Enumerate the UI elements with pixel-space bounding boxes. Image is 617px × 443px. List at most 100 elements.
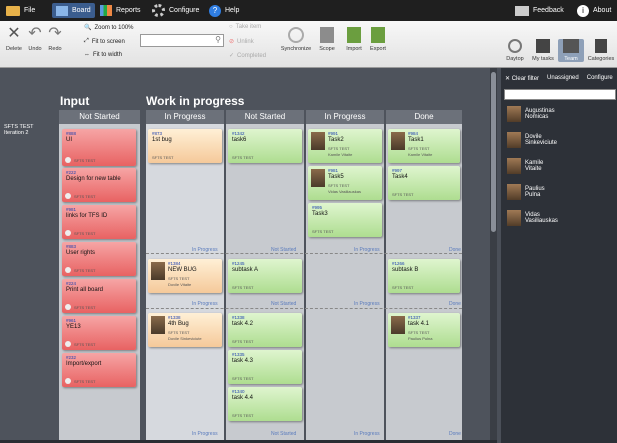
menu-reports[interactable]: Reports xyxy=(100,3,141,18)
work-item-card[interactable]: #995 Task3 SFTS TEST xyxy=(308,203,382,237)
card-project: SFTS TEST xyxy=(74,268,96,273)
work-item-card[interactable]: #1338 4th Bug SFTS TEST Dovile Sinkevici… xyxy=(148,313,222,347)
work-item-card[interactable]: #888 UI SFTS TEST xyxy=(62,129,136,166)
my-tasks-button[interactable]: My tasks xyxy=(530,39,556,62)
work-item-card[interactable]: #873 1st bug SFTS TEST xyxy=(148,129,222,163)
fit-screen-button[interactable]: ⤢ Fit to screen xyxy=(84,38,125,45)
work-item-card[interactable]: #984 Task1 SFTS TEST Kamile Vitaite xyxy=(388,129,460,163)
team-icon xyxy=(563,39,579,53)
card-title: task 4.1 xyxy=(408,321,430,327)
card-title: YE13 xyxy=(66,324,81,330)
work-item-card[interactable]: #1342 task6 SFTS TEST xyxy=(228,129,302,163)
delete-icon: ✕ xyxy=(7,25,21,42)
avatar xyxy=(507,184,521,200)
clear-filter-button[interactable]: ✕ Clear filter xyxy=(505,75,539,82)
search-input[interactable]: ⚲ xyxy=(140,34,224,47)
fit-width-button[interactable]: ⇔ Fit to width xyxy=(84,52,122,58)
card-title: task 4.3 xyxy=(232,358,254,364)
my-tasks-label: My tasks xyxy=(532,56,554,62)
user-item[interactable]: Vidas Vasiliauskas xyxy=(507,208,558,228)
user-item[interactable]: Dovile Sinkeviciute xyxy=(507,130,557,150)
menu-file[interactable]: File xyxy=(6,3,35,18)
work-item-card[interactable]: #981 Task5 SFTS TEST Vidas Vasiliauskas xyxy=(308,166,382,200)
menu-board-label: Board xyxy=(72,7,91,14)
work-item-card[interactable]: #1245 subtask A SFTS TEST xyxy=(228,259,302,293)
undo-icon: ↶ xyxy=(28,25,42,42)
categories-button[interactable]: Categories xyxy=(586,39,616,62)
card-id: #981 xyxy=(66,207,77,212)
avatar xyxy=(151,316,165,334)
work-item-card[interactable]: #1335 task 4.3 SFTS TEST xyxy=(228,350,302,384)
unlink-button[interactable]: ⊘ Unlink xyxy=(229,38,254,46)
work-item-card[interactable]: #991 Task2 SFTS TEST Kamile Vitaite xyxy=(308,129,382,163)
divider-label: In Progress xyxy=(192,431,218,437)
menu-board[interactable]: Board xyxy=(52,3,95,18)
scrollbar-thumb[interactable] xyxy=(491,72,496,232)
card-id: #1340 xyxy=(232,389,245,394)
avatar xyxy=(151,262,165,280)
work-item-card[interactable]: #1340 task 4.4 SFTS TEST xyxy=(228,387,302,421)
scope-button[interactable]: Scope xyxy=(316,27,338,52)
card-project: SFTS TEST xyxy=(232,285,254,290)
type-icon xyxy=(65,193,71,199)
delete-button[interactable]: ✕ Delete xyxy=(3,25,25,52)
type-icon xyxy=(65,230,71,236)
board-icon xyxy=(56,5,68,16)
redo-button[interactable]: ↷ Redo xyxy=(45,25,65,52)
take-item-button[interactable]: ○ Take item xyxy=(229,24,261,30)
card-project: SFTS TEST xyxy=(74,379,96,384)
avatar xyxy=(391,132,405,150)
card-person: Kamile Vitaite xyxy=(408,152,433,157)
row-divider xyxy=(146,308,462,309)
work-item-card[interactable]: #1338 task 4.2 SFTS TEST xyxy=(228,313,302,347)
zoom-100-label: Zoom to 100% xyxy=(94,24,134,31)
work-item-card[interactable]: #997 Task4 SFTS TEST xyxy=(388,166,460,200)
work-item-card[interactable]: #1384 NEW BUG SFTS TEST Dovile Vitaite xyxy=(148,259,222,293)
card-id: #1338 xyxy=(232,315,245,320)
card-id: #873 xyxy=(152,131,163,136)
menu-configure[interactable]: Configure xyxy=(152,3,199,18)
team-button[interactable]: Team xyxy=(558,39,584,62)
work-item-card[interactable]: #224 Print all board SFTS TEST xyxy=(62,279,136,313)
configure-button[interactable]: Configure xyxy=(587,75,613,82)
work-item-card[interactable]: #1266 subtask B SFTS TEST xyxy=(388,259,460,293)
card-project: SFTS TEST xyxy=(408,330,430,335)
completed-label: Completed xyxy=(237,52,267,59)
menu-help[interactable]: ? Help xyxy=(209,3,239,18)
import-button[interactable]: Import xyxy=(342,27,366,52)
card-title: NEW BUG xyxy=(168,267,197,273)
menu-feedback[interactable]: Feedback xyxy=(515,3,564,18)
zoom-100-button[interactable]: 🔍 Zoom to 100% xyxy=(84,24,134,32)
user-item[interactable]: Kamile Vitaite xyxy=(507,156,543,176)
user-search-input[interactable] xyxy=(504,89,616,100)
undo-button[interactable]: ↶ Undo xyxy=(25,25,45,52)
completed-button[interactable]: ✓ Completed xyxy=(229,52,267,60)
export-button[interactable]: Export xyxy=(366,27,390,52)
user-item[interactable]: Augustinas Nomicas xyxy=(507,104,555,124)
unassigned-button[interactable]: Unassigned xyxy=(547,75,579,82)
card-id: #1245 xyxy=(232,261,245,266)
menu-about[interactable]: i About xyxy=(577,3,611,18)
ribbon-toolbar: ✕ Delete ↶ Undo ↷ Redo 🔍 Zoom to 100% ⤢ Fi… xyxy=(0,21,617,68)
divider-label: In Progress xyxy=(354,301,380,307)
type-icon xyxy=(65,341,71,347)
daytop-button[interactable]: Daytop xyxy=(503,39,527,62)
folder-icon xyxy=(6,5,20,16)
divider-label: Not Started xyxy=(271,301,297,307)
work-item-card[interactable]: #961 YE13 SFTS TEST xyxy=(62,316,136,350)
team-panel: ✕ Clear filter Unassigned Configure Augu… xyxy=(501,68,617,443)
work-item-card[interactable]: #232 Import/export SFTS TEST xyxy=(62,353,136,387)
work-item-card[interactable]: #981 links for TFS ID SFTS TEST xyxy=(62,205,136,239)
work-item-card[interactable]: #1337 task 4.1 SFTS TEST Paulius Pulna xyxy=(388,313,460,347)
card-title: subtask A xyxy=(232,267,259,273)
synchronize-button[interactable]: Synchronize xyxy=(279,27,313,52)
vertical-scrollbar[interactable] xyxy=(490,68,497,440)
categories-icon xyxy=(595,39,607,53)
take-item-label: Take item xyxy=(235,24,262,30)
work-item-card[interactable]: #222 Design for new table SFTS TEST xyxy=(62,168,136,202)
work-item-card[interactable]: #883 User rights SFTS TEST xyxy=(62,242,136,276)
user-item[interactable]: Paulius Pulna xyxy=(507,182,545,202)
check-icon: ✓ xyxy=(229,53,235,59)
redo-label: Redo xyxy=(48,46,62,52)
card-title: subtask B xyxy=(392,267,419,273)
